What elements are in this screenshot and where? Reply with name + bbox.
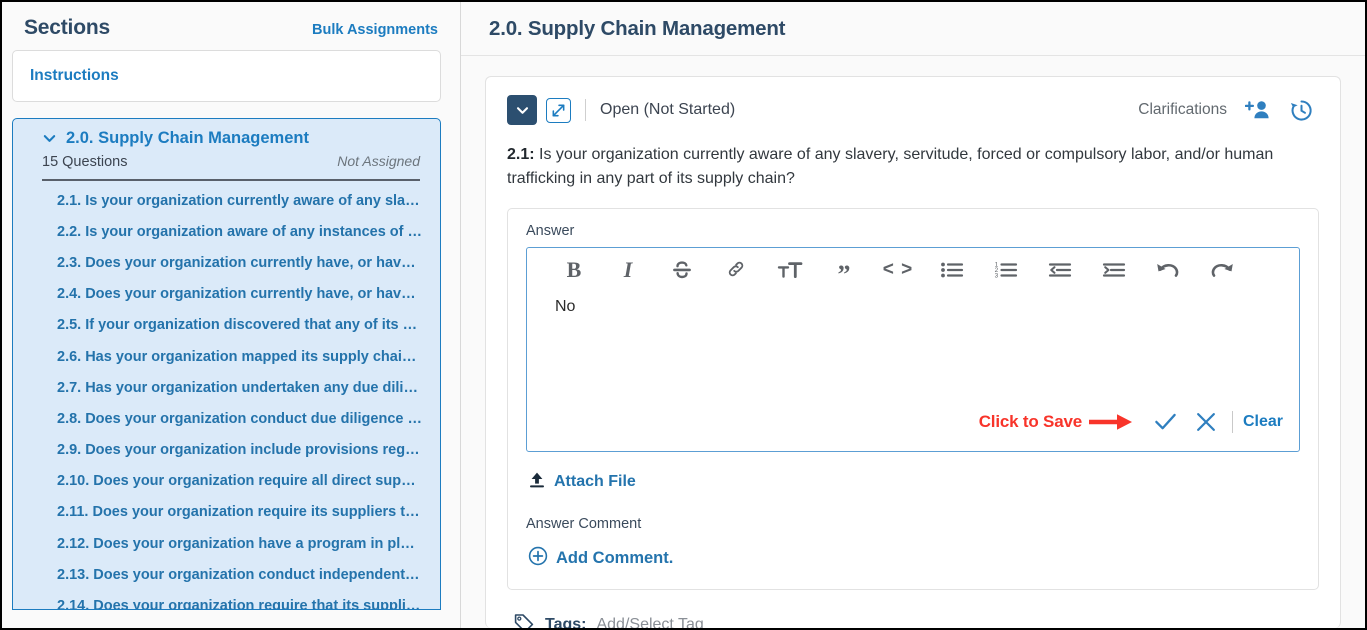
undo-icon[interactable]	[1141, 254, 1195, 286]
list-item[interactable]: 2.8. Does your organization conduct due …	[29, 403, 424, 434]
history-icon[interactable]	[1289, 98, 1314, 123]
main-header: 2.0. Supply Chain Management	[461, 2, 1365, 56]
sidebar-header: Sections Bulk Assignments	[2, 2, 460, 50]
upload-icon	[528, 471, 546, 494]
attach-file-row[interactable]: Attach File	[526, 471, 1300, 494]
answer-comment-label: Answer Comment	[526, 515, 642, 532]
list-item[interactable]: 2.4. Does your organization currently ha…	[29, 279, 424, 310]
list-item[interactable]: 2.13. Does your organization conduct ind…	[29, 559, 424, 590]
sections-sidebar: Sections Bulk Assignments Instructions 2…	[2, 2, 461, 628]
main-title: 2.0. Supply Chain Management	[489, 17, 786, 40]
add-comment-label[interactable]: Add Comment.	[556, 549, 673, 568]
blockquote-icon[interactable]: ”	[817, 254, 871, 288]
section-title[interactable]: 2.0. Supply Chain Management	[66, 129, 309, 148]
indent-icon[interactable]	[1087, 254, 1141, 286]
code-icon[interactable]: < >	[871, 254, 925, 286]
list-item[interactable]: 2.6. Has your organization mapped its su…	[29, 341, 424, 372]
instructions-card[interactable]: Instructions	[12, 50, 441, 102]
divider	[1231, 410, 1233, 433]
question-card: Open (Not Started) Clarifications 2.1: I…	[485, 76, 1341, 628]
question-count: 15 Questions	[42, 154, 128, 170]
answer-section: Answer B I ” < > 1 2 3 No Click to Save …	[507, 207, 1319, 590]
section-header-row[interactable]: 2.0. Supply Chain Management	[29, 129, 424, 148]
list-item[interactable]: 2.9. Does your organization include prov…	[29, 435, 424, 466]
link-icon[interactable]	[709, 254, 763, 286]
question-list: 2.1. Is your organization currently awar…	[29, 181, 424, 609]
cancel-answer-button[interactable]	[1186, 407, 1226, 437]
list-item[interactable]: 2.7. Has your organization undertaken an…	[29, 372, 424, 403]
list-item[interactable]: 2.12. Does your organization have a prog…	[29, 528, 424, 559]
list-item[interactable]: 2.3. Does your organization currently ha…	[29, 247, 424, 278]
editor-actions: Click to Save Clear	[527, 407, 1299, 451]
app-root: Sections Bulk Assignments Instructions 2…	[2, 2, 1365, 628]
page-title: Sections	[24, 16, 110, 39]
tag-icon	[513, 612, 535, 628]
clarifications-link[interactable]: Clarifications	[1138, 101, 1227, 119]
arrow-right-icon	[1088, 412, 1136, 432]
add-comment-row[interactable]: Add Comment.	[526, 546, 1300, 571]
outdent-icon[interactable]	[1033, 254, 1087, 286]
save-answer-button[interactable]	[1146, 407, 1186, 437]
editor-toolbar: B I ” < > 1 2 3	[527, 248, 1299, 290]
font-size-icon[interactable]	[763, 254, 817, 286]
bulleted-list-icon[interactable]	[925, 254, 979, 286]
main-panel: 2.0. Supply Chain Management Open (Not S…	[461, 2, 1365, 628]
answer-input[interactable]: No	[527, 290, 1299, 407]
bulk-assignments-link[interactable]: Bulk Assignments	[312, 22, 438, 38]
clear-button[interactable]: Clear	[1243, 413, 1283, 431]
collapse-question-button[interactable]	[507, 95, 537, 125]
question-status-row: Open (Not Started) Clarifications	[507, 95, 1319, 125]
assignment-status: Not Assigned	[337, 153, 420, 169]
question-body: Is your organization currently aware of …	[507, 146, 1274, 188]
plus-circle-icon	[528, 546, 548, 571]
list-item[interactable]: 2.1. Is your organization currently awar…	[29, 185, 424, 216]
section-meta: 15 Questions Not Assigned	[29, 148, 424, 170]
redo-icon[interactable]	[1195, 254, 1249, 286]
answer-editor[interactable]: B I ” < > 1 2 3 No Click to Save Clear	[526, 246, 1300, 452]
tags-row: Tags: Add/Select Tag	[513, 612, 1319, 628]
bold-icon[interactable]: B	[547, 254, 601, 286]
expand-question-button[interactable]	[546, 97, 571, 123]
add-person-icon[interactable]	[1245, 99, 1271, 121]
numbered-list-icon[interactable]: 1 2 3	[979, 254, 1033, 286]
list-item[interactable]: 2.2. Is your organization aware of any i…	[29, 216, 424, 247]
answer-label: Answer	[526, 222, 575, 239]
strikethrough-icon[interactable]	[655, 254, 709, 286]
list-item[interactable]: 2.10. Does your organization require all…	[29, 466, 424, 497]
question-actions: Clarifications	[1138, 98, 1319, 123]
svg-text:3: 3	[995, 272, 999, 279]
italic-icon[interactable]: I	[601, 254, 655, 286]
question-number: 2.1:	[507, 146, 535, 163]
tags-label: Tags:	[545, 616, 587, 628]
divider	[585, 99, 586, 121]
tags-input[interactable]: Add/Select Tag	[596, 616, 703, 628]
attach-file-label[interactable]: Attach File	[554, 473, 636, 491]
list-item[interactable]: 2.14. Does your organization require tha…	[29, 590, 424, 609]
chevron-down-icon[interactable]	[41, 131, 57, 147]
question-text: 2.1: Is your organization currently awar…	[507, 143, 1297, 192]
list-item[interactable]: 2.11. Does your organization require its…	[29, 497, 424, 528]
instructions-link[interactable]: Instructions	[30, 67, 119, 85]
click-to-save-annotation: Click to Save	[978, 411, 1082, 431]
section-card-supply-chain-management: 2.0. Supply Chain Management 15 Question…	[12, 118, 441, 610]
list-item[interactable]: 2.5. If your organization discovered tha…	[29, 310, 424, 341]
status-badge: Open (Not Started)	[600, 101, 736, 118]
